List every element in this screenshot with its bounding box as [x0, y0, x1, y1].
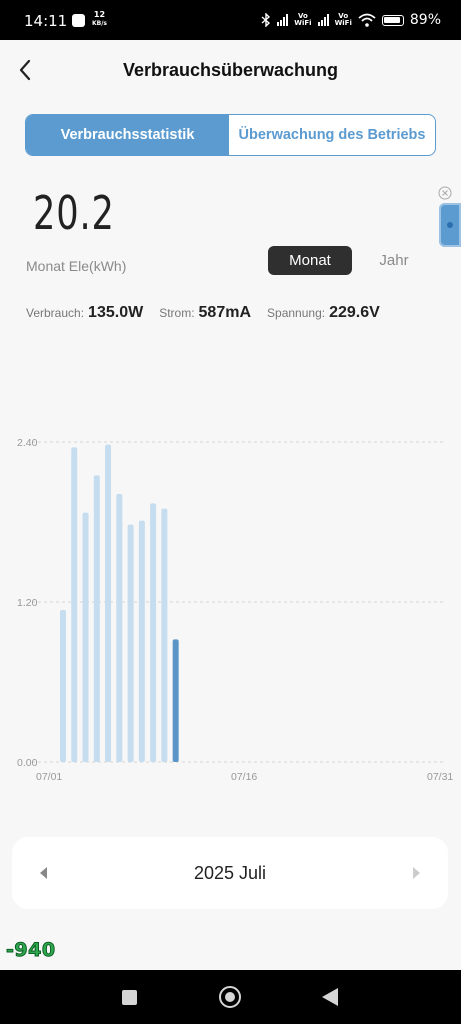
signal-icon: [317, 14, 329, 26]
x-tick-label: 07/31: [427, 771, 453, 783]
status-time: 14:11: [24, 12, 68, 30]
bar-07/01: [60, 610, 66, 762]
status-icons: Vo WiFi Vo WiFi 89%: [261, 12, 441, 28]
current-value: 587mA: [198, 304, 252, 321]
tab-bar: Verbrauchsstatistik Überwachung des Betr…: [25, 114, 436, 156]
network-speed-value: 12: [93, 10, 106, 19]
bar-07/05: [105, 444, 112, 762]
notification-icon: [72, 14, 85, 27]
bluetooth-icon: [261, 13, 271, 27]
bar-07/06: [116, 494, 123, 762]
battery-percent: 89%: [409, 12, 441, 28]
daily-consumption-chart: 2.40 1.20 0.00 07/01 07/16 07/31: [17, 437, 453, 783]
period-month-button[interactable]: Monat: [268, 246, 352, 275]
home-icon[interactable]: [219, 986, 241, 1008]
bar-07/02: [71, 447, 78, 762]
network-speed-unit: KB/s: [92, 20, 107, 27]
bar-07/10: [161, 508, 168, 762]
live-metrics: Verbrauch: 135.0W Strom: 587mA Spannung:…: [26, 304, 396, 322]
handle-dot-icon: [447, 222, 453, 228]
bar-07/11: [172, 639, 179, 762]
status-bar: 14:11 12 KB/s Vo WiFi Vo WiFi 89%: [0, 0, 461, 40]
bar-07/08: [138, 520, 145, 762]
month-label: 2025 Juli: [193, 863, 267, 883]
y-tick-label: 1.20: [17, 597, 38, 609]
current-label: Strom:: [159, 306, 195, 320]
system-nav-bar: [0, 970, 461, 1024]
total-energy-value: 20.2: [33, 186, 115, 240]
voltage-label: Spannung:: [267, 306, 326, 320]
page-title: Verbrauchsüberwachung: [122, 60, 339, 80]
battery-icon: [381, 14, 404, 26]
bar-07/04: [93, 475, 100, 762]
consumption-label: Verbrauch:: [26, 306, 85, 320]
vowifi-icon: Vo WiFi: [294, 13, 311, 27]
bar-07/09: [150, 503, 157, 762]
energy-unit-label: Monat Ele(kWh): [26, 258, 127, 274]
wifi-icon: [358, 13, 376, 27]
period-year-button[interactable]: Jahr: [366, 252, 422, 269]
vowifi-bottom: WiFi: [294, 19, 312, 27]
tab-operation-monitoring[interactable]: Überwachung des Betriebs: [229, 115, 435, 155]
x-tick-label: 07/01: [36, 771, 62, 783]
tab-consumption-statistics[interactable]: Verbrauchsstatistik: [26, 115, 229, 155]
y-tick-label: 2.40: [17, 437, 38, 449]
floating-side-handle[interactable]: [439, 203, 461, 247]
bar-07/03: [82, 512, 89, 762]
caret-right-icon[interactable]: [413, 867, 420, 879]
vowifi-bottom: WiFi: [334, 19, 352, 27]
signal-icon: [277, 14, 289, 26]
overlay-badge: -940: [6, 939, 56, 962]
network-speed: 12 KB/s: [92, 11, 107, 28]
x-tick-label: 07/16: [231, 771, 257, 783]
vowifi-icon: Vo WiFi: [335, 13, 352, 27]
recent-apps-icon[interactable]: [122, 990, 137, 1005]
app-header: Verbrauchsüberwachung: [0, 40, 461, 104]
y-tick-label: 0.00: [17, 757, 38, 769]
month-picker: 2025 Juli: [12, 837, 448, 909]
consumption-value: 135.0W: [88, 304, 144, 321]
close-circle-icon[interactable]: [438, 186, 452, 200]
back-icon[interactable]: [322, 988, 338, 1006]
voltage-value: 229.6V: [329, 304, 380, 321]
bar-07/07: [127, 524, 134, 762]
